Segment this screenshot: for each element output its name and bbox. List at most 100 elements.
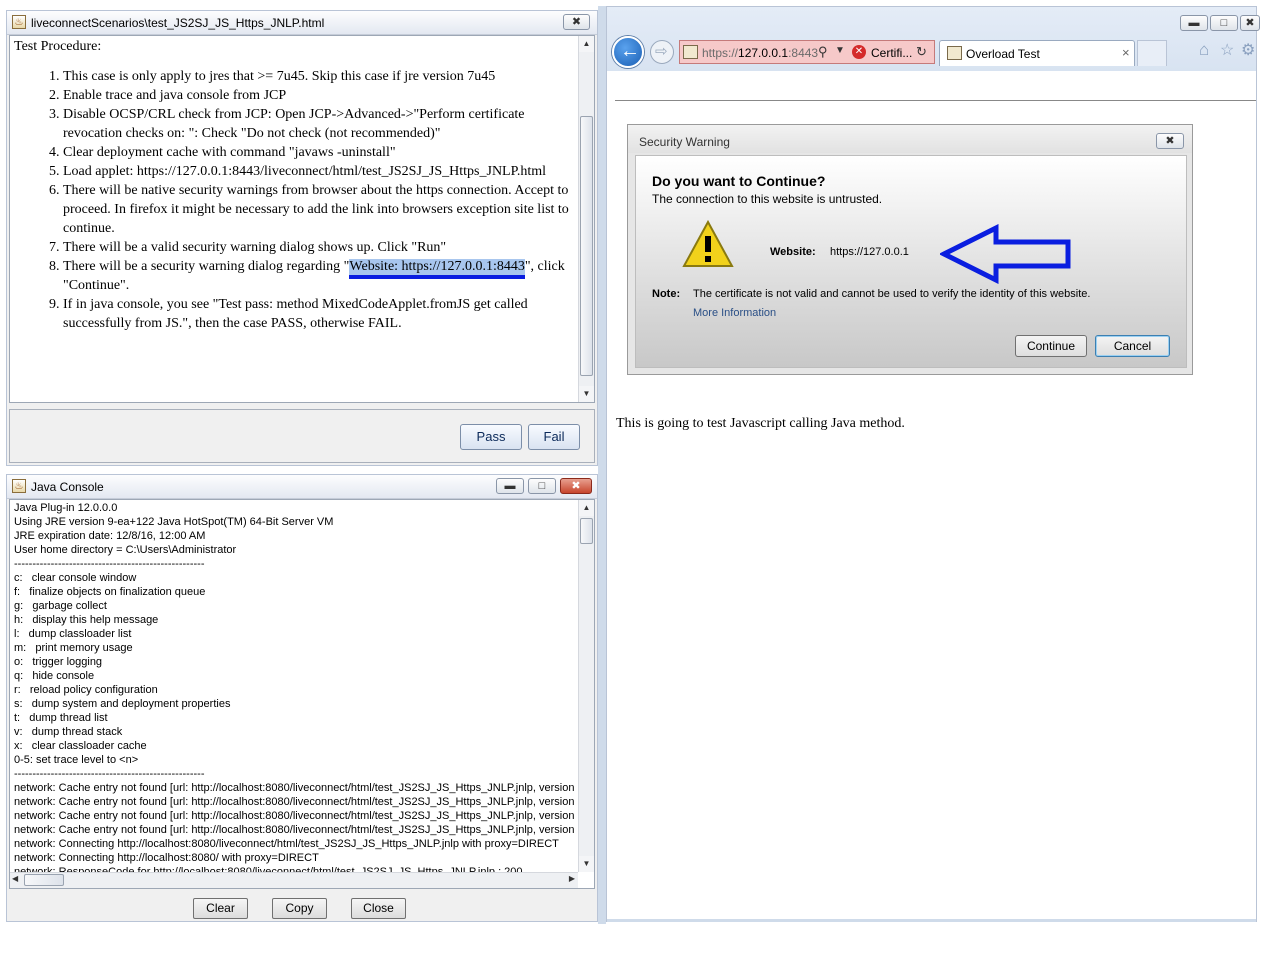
tab-title: Overload Test (966, 47, 1040, 61)
website-value: https://127.0.0.1 (830, 246, 909, 258)
minimize-icon[interactable]: ▬ (496, 478, 524, 494)
console-line: ----------------------------------------… (14, 768, 205, 780)
console-line: f: finalize objects on finalization queu… (14, 586, 206, 598)
copy-button[interactable]: Copy (272, 898, 327, 919)
console-line: JRE expiration date: 12/8/16, 12:00 AM (14, 530, 206, 542)
close-icon[interactable]: ✖ (1156, 133, 1184, 149)
new-tab-button[interactable] (1137, 40, 1167, 66)
console-titlebar[interactable]: ♨ Java Console ▬ □ ✖ (7, 475, 597, 499)
address-bar[interactable]: https://127.0.0.1:8443 ⚲ ▼ ✕ Certifi... … (679, 40, 935, 64)
console-line: ----------------------------------------… (14, 558, 205, 570)
address-text: https://127.0.0.1:8443 (702, 46, 819, 60)
button-panel: Pass Fail (9, 409, 595, 463)
clear-button[interactable]: Clear (193, 898, 248, 919)
scrollbar-thumb[interactable] (580, 518, 593, 544)
console-line: l: dump classloader list (14, 628, 132, 640)
console-line: network: Connecting http://localhost:808… (14, 838, 559, 850)
procedure-step: Disable OCSP/CRL check from JCP: Open JC… (63, 105, 573, 143)
close-icon[interactable]: ✖ (560, 478, 592, 494)
page-icon (683, 45, 698, 59)
close-icon[interactable]: ✖ (563, 14, 590, 30)
console-output-area[interactable]: Java Plug-in 12.0.0.0 Using JRE version 9… (9, 499, 595, 889)
console-line: c: clear console window (14, 572, 137, 584)
procedure-step: There will be native security warnings f… (63, 181, 573, 238)
dialog-body: Do you want to Continue? The connection … (635, 155, 1187, 368)
note-text: The certificate is not valid and cannot … (693, 288, 1091, 300)
console-line: x: clear classloader cache (14, 740, 147, 752)
forward-button[interactable]: ⇨ (650, 40, 674, 64)
procedure-step: Clear deployment cache with command "jav… (63, 143, 573, 162)
browser-window: ▬ □ ✖ ← ⇨ https://127.0.0.1:8443 ⚲ ▼ ✕ C… (606, 6, 1260, 922)
scroll-down-icon[interactable]: ▼ (579, 386, 594, 402)
close-icon[interactable]: ✖ (1240, 15, 1260, 31)
dialog-titlebar[interactable]: Security Warning ✖ (628, 125, 1192, 153)
warning-icon (682, 220, 734, 267)
refresh-icon[interactable]: ↻ (916, 44, 927, 60)
fail-button[interactable]: Fail (528, 424, 580, 450)
more-information-link[interactable]: More Information (693, 307, 776, 319)
procedure-step: Load applet: https://127.0.0.1:8443/live… (63, 162, 573, 181)
procedure-step-8: There will be a security warning dialog … (63, 257, 573, 295)
maximize-icon[interactable]: □ (528, 478, 556, 494)
procedure-titlebar[interactable]: ♨ liveconnectScenarios\test_JS2SJ_JS_Htt… (7, 11, 597, 35)
page-rule (615, 100, 1256, 101)
console-line: r: reload policy configuration (14, 684, 158, 696)
console-line: h: display this help message (14, 614, 159, 626)
console-line: network: Cache entry not found [url: htt… (14, 824, 575, 836)
scroll-up-icon[interactable]: ▲ (579, 500, 594, 516)
annotation-arrow (940, 224, 1071, 284)
console-vertical-scrollbar[interactable]: ▲ ▼ (578, 500, 594, 872)
cancel-button[interactable]: Cancel (1095, 335, 1170, 357)
console-line: User home directory = C:\Users\Administr… (14, 544, 237, 556)
procedure-step: If in java console, you see "Test pass: … (63, 295, 573, 333)
forward-arrow-icon: ⇨ (655, 43, 668, 60)
dropdown-icon[interactable]: ▼ (835, 45, 845, 56)
scroll-left-icon[interactable]: ◀ (12, 874, 18, 883)
procedure-heading: Test Procedure: (14, 39, 102, 54)
console-line: s: dump system and deployment properties (14, 698, 231, 710)
procedure-scrollbar[interactable]: ▲ ▼ (578, 36, 594, 402)
console-line: Java Plug-in 12.0.0.0 (14, 502, 118, 514)
console-line: t: dump thread list (14, 712, 108, 724)
dialog-subheading: The connection to this website is untrus… (652, 192, 883, 206)
procedure-step: This case is only apply to jres that >= … (63, 67, 573, 86)
procedure-window: ♨ liveconnectScenarios\test_JS2SJ_JS_Htt… (6, 10, 598, 466)
java-icon: ♨ (12, 479, 26, 493)
certificate-error-label[interactable]: Certifi... (871, 46, 912, 60)
home-icon[interactable]: ⌂ (1199, 40, 1209, 60)
console-line: network: Cache entry not found [url: htt… (14, 810, 575, 822)
scrollbar-thumb[interactable] (580, 116, 593, 376)
window-divider (598, 6, 606, 924)
note-label: Note: (652, 288, 681, 300)
tab-overload-test[interactable]: Overload Test × (939, 40, 1135, 66)
highlighted-website-text: Website: https://127.0.0.1:8443 (349, 259, 525, 279)
procedure-text-area[interactable]: Test Procedure: This case is only apply … (9, 35, 595, 403)
horizontal-scrollbar-thumb[interactable] (24, 874, 64, 886)
favorites-icon[interactable]: ☆ (1220, 40, 1234, 60)
procedure-step: Enable trace and java console from JCP (63, 86, 573, 105)
dialog-heading: Do you want to Continue? (652, 173, 826, 189)
settings-icon[interactable]: ⚙ (1241, 40, 1255, 60)
search-icon[interactable]: ⚲ (818, 44, 828, 60)
scroll-right-icon[interactable]: ▶ (569, 874, 575, 883)
back-button[interactable]: ← (612, 36, 644, 68)
browser-chrome: ▬ □ ✖ ← ⇨ https://127.0.0.1:8443 ⚲ ▼ ✕ C… (607, 7, 1260, 71)
console-line: v: dump thread stack (14, 726, 123, 738)
console-line: network: Cache entry not found [url: htt… (14, 796, 575, 808)
pass-button[interactable]: Pass (460, 424, 522, 450)
certificate-error-icon[interactable]: ✕ (852, 45, 866, 59)
tab-close-icon[interactable]: × (1122, 45, 1130, 60)
console-line: q: hide console (14, 670, 95, 682)
console-output: Java Plug-in 12.0.0.0 Using JRE version 9… (14, 501, 576, 873)
procedure-step: There will be a valid security warning d… (63, 238, 573, 257)
minimize-icon[interactable]: ▬ (1180, 15, 1208, 31)
scroll-down-icon[interactable]: ▼ (579, 856, 594, 872)
console-horizontal-scrollbar[interactable]: ◀ ▶ (10, 872, 578, 888)
continue-button[interactable]: Continue (1015, 335, 1087, 357)
console-line: network: Connecting http://localhost:808… (14, 852, 319, 864)
scroll-up-icon[interactable]: ▲ (579, 36, 594, 52)
close-button[interactable]: Close (351, 898, 406, 919)
console-line: g: garbage collect (14, 600, 107, 612)
back-arrow-icon: ← (620, 40, 640, 62)
maximize-icon[interactable]: □ (1210, 15, 1238, 31)
